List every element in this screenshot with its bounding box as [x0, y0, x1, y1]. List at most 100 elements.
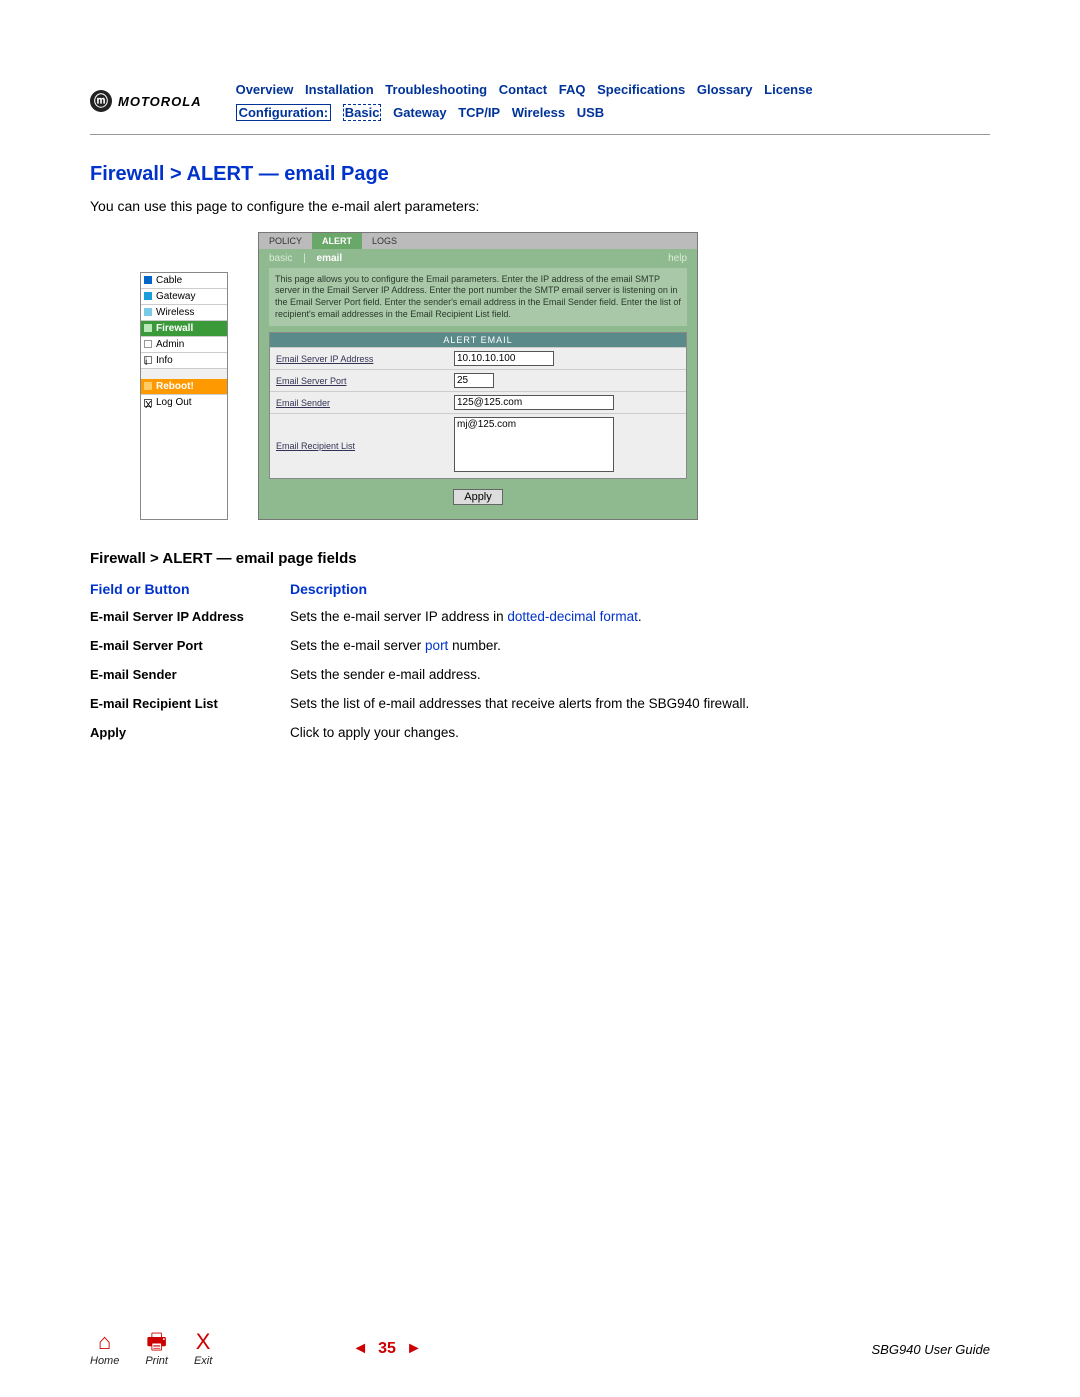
nav-line-1: Overview Installation Troubleshooting Co…	[232, 80, 817, 101]
nav-license[interactable]: License	[764, 82, 812, 97]
exit-label: Exit	[194, 1355, 212, 1367]
ss-tab-alert[interactable]: ALERT	[312, 233, 362, 249]
table-row: E-mail Recipient List Sets the list of e…	[90, 696, 990, 711]
home-button[interactable]: ⌂ Home	[90, 1331, 119, 1367]
ss-sidebar-info[interactable]: iInfo	[141, 353, 227, 369]
link-port[interactable]: port	[425, 638, 448, 653]
print-button[interactable]: 🖶 Print	[145, 1331, 168, 1367]
ss-label-ip: Email Server IP Address	[270, 350, 450, 368]
td-field: E-mail Server IP Address	[90, 609, 290, 624]
prev-page-button[interactable]: ◄	[352, 1340, 368, 1358]
nav-overview[interactable]: Overview	[236, 82, 294, 97]
nav-faq[interactable]: FAQ	[559, 82, 586, 97]
page-title: Firewall > ALERT — email Page	[90, 163, 990, 186]
logo-text: MOTOROLA	[118, 94, 202, 109]
nav-usb[interactable]: USB	[577, 105, 604, 120]
td-desc: Sets the e-mail server IP address in dot…	[290, 609, 990, 624]
print-label: Print	[145, 1355, 168, 1367]
ss-sidebar-logout-label: Log Out	[156, 397, 192, 408]
ss-sidebar-gateway[interactable]: Gateway	[141, 289, 227, 305]
ss-sidebar-wireless-label: Wireless	[156, 307, 194, 318]
ss-sidebar-cable[interactable]: Cable	[141, 273, 227, 289]
ss-subtabs: basic | email help	[259, 249, 697, 268]
ss-form: ALERT EMAIL Email Server IP Address Emai…	[269, 332, 687, 479]
ss-sidebar-info-label: Info	[156, 355, 173, 366]
ss-apply-button[interactable]: Apply	[453, 489, 503, 505]
nav-tcpip[interactable]: TCP/IP	[458, 105, 500, 120]
home-label: Home	[90, 1355, 119, 1367]
ss-sidebar-firewall-label: Firewall	[156, 323, 193, 334]
exit-button[interactable]: X Exit	[194, 1331, 212, 1367]
ss-sidebar-cable-label: Cable	[156, 275, 182, 286]
ss-subtab-basic[interactable]: basic	[269, 253, 292, 264]
page-nav: ◄ 35 ►	[352, 1340, 421, 1358]
ss-sidebar-wireless[interactable]: Wireless	[141, 305, 227, 321]
table-row: E-mail Server Port Sets the e-mail serve…	[90, 638, 990, 653]
ss-sidebar-reboot-label: Reboot!	[156, 381, 194, 392]
ss-sidebar-spacer	[141, 369, 227, 379]
ss-input-port[interactable]	[454, 373, 494, 388]
next-page-button[interactable]: ►	[406, 1340, 422, 1358]
ss-main-panel: POLICY ALERT LOGS basic | email help Thi…	[258, 232, 698, 521]
ss-help-link[interactable]: help	[668, 253, 687, 264]
ss-label-recip: Email Recipient List	[270, 437, 450, 455]
ss-sidebar-logout[interactable]: XLog Out	[141, 395, 227, 411]
td-desc: Click to apply your changes.	[290, 725, 990, 740]
logo: MOTOROLA	[90, 90, 202, 112]
ss-textarea-recip[interactable]: mj@125.com	[454, 417, 614, 472]
guide-title: SBG940 User Guide	[871, 1342, 990, 1357]
ss-subtab-email[interactable]: email	[317, 253, 343, 264]
nav-troubleshooting[interactable]: Troubleshooting	[385, 82, 487, 97]
footer: ⌂ Home 🖶 Print X Exit ◄ 35 ► SBG940 User…	[90, 1331, 990, 1367]
ss-sidebar-reboot[interactable]: Reboot!	[141, 379, 227, 395]
ss-label-port: Email Server Port	[270, 372, 450, 390]
table-row: Apply Click to apply your changes.	[90, 725, 990, 740]
nav-specifications[interactable]: Specifications	[597, 82, 685, 97]
ss-input-ip[interactable]	[454, 351, 554, 366]
td-field: Apply	[90, 725, 290, 740]
exit-icon: X	[196, 1331, 211, 1353]
nav-contact[interactable]: Contact	[499, 82, 547, 97]
td-desc: Sets the e-mail server port number.	[290, 638, 990, 653]
fields-table: Field or Button Description E-mail Serve…	[90, 581, 990, 740]
table-row: E-mail Sender Sets the sender e-mail add…	[90, 667, 990, 682]
td-field: E-mail Server Port	[90, 638, 290, 653]
ss-sidebar-admin[interactable]: Admin	[141, 337, 227, 353]
td-field: E-mail Recipient List	[90, 696, 290, 711]
ss-form-header: ALERT EMAIL	[270, 333, 686, 347]
intro-text: You can use this page to configure the e…	[90, 198, 990, 214]
ss-sidebar-gateway-label: Gateway	[156, 291, 195, 302]
ss-label-sender: Email Sender	[270, 394, 450, 412]
th-description: Description	[290, 581, 367, 597]
td-desc: Sets the list of e-mail addresses that r…	[290, 696, 990, 711]
td-desc: Sets the sender e-mail address.	[290, 667, 990, 682]
print-icon: 🖶	[146, 1331, 167, 1353]
nav-glossary[interactable]: Glossary	[697, 82, 753, 97]
ss-tab-policy[interactable]: POLICY	[259, 233, 312, 249]
top-nav: Overview Installation Troubleshooting Co…	[232, 80, 817, 124]
nav-configuration-label: Configuration:	[236, 104, 332, 121]
nav-wireless[interactable]: Wireless	[512, 105, 565, 120]
ss-input-sender[interactable]	[454, 395, 614, 410]
ss-sidebar-firewall[interactable]: Firewall	[141, 321, 227, 337]
ss-tab-logs[interactable]: LOGS	[362, 233, 407, 249]
nav-basic[interactable]: Basic	[343, 104, 382, 121]
td-field: E-mail Sender	[90, 667, 290, 682]
nav-installation[interactable]: Installation	[305, 82, 374, 97]
nav-gateway[interactable]: Gateway	[393, 105, 446, 120]
footer-icons: ⌂ Home 🖶 Print X Exit	[90, 1331, 212, 1367]
embedded-screenshot: Cable Gateway Wireless Firewall Admin iI…	[140, 232, 990, 521]
table-row: E-mail Server IP Address Sets the e-mail…	[90, 609, 990, 624]
home-icon: ⌂	[98, 1331, 111, 1353]
th-field: Field or Button	[90, 581, 290, 597]
section-title: Firewall > ALERT — email page fields	[90, 550, 990, 567]
fields-table-head: Field or Button Description	[90, 581, 990, 597]
nav-line-2: Configuration: Basic Gateway TCP/IP Wire…	[232, 103, 817, 124]
ss-sidebar-admin-label: Admin	[156, 339, 184, 350]
page-number: 35	[378, 1340, 396, 1358]
header-divider	[90, 134, 990, 135]
ss-sidebar: Cable Gateway Wireless Firewall Admin iI…	[140, 272, 228, 521]
link-dotted-decimal[interactable]: dotted-decimal format	[507, 609, 638, 624]
ss-description: This page allows you to configure the Em…	[269, 268, 687, 327]
header-row: MOTOROLA Overview Installation Troublesh…	[90, 80, 990, 124]
